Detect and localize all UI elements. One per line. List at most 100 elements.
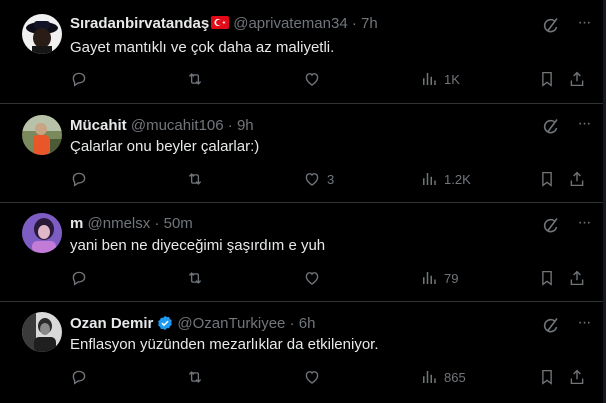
reply-button[interactable]	[70, 268, 94, 288]
avatar-image	[22, 312, 62, 352]
author-name[interactable]: m	[70, 215, 83, 232]
tweet[interactable]: Mücahit @mucahit106 · 9h Çalarlar onu be…	[0, 103, 603, 203]
separator-dot: ·	[289, 315, 295, 332]
views-count: 1.2K	[444, 171, 471, 187]
separator-dot: ·	[351, 15, 357, 32]
views-button[interactable]: 1K	[420, 69, 460, 89]
like-button[interactable]	[303, 367, 327, 387]
grok-icon[interactable]	[541, 215, 561, 235]
tweet-text: Çalarlar onu beyler çalarlar:)	[70, 138, 260, 155]
like-count: 3	[327, 171, 335, 187]
avatar[interactable]	[22, 213, 62, 253]
tweet-time[interactable]: 9h	[237, 117, 254, 134]
tweet-text: Enflasyon yüzünden mezarlıklar da etkile…	[70, 336, 379, 353]
like-button[interactable]	[303, 268, 327, 288]
retweet-button[interactable]	[186, 268, 210, 288]
views-count: 79	[444, 270, 459, 286]
views-button[interactable]: 865	[420, 367, 466, 387]
reply-icon	[72, 172, 86, 187]
share-button[interactable]	[568, 268, 586, 288]
like-button[interactable]	[303, 69, 327, 89]
views-count: 1K	[444, 71, 460, 87]
reply-button[interactable]	[70, 367, 94, 387]
more-options-icon[interactable]: ···	[574, 213, 594, 233]
separator-dot: ·	[154, 215, 160, 232]
views-count: 865	[444, 369, 466, 385]
tweet-text: Gayet mantıklı ve çok daha az maliyetli.	[70, 39, 335, 56]
avatar[interactable]	[22, 312, 62, 352]
avatar-image	[22, 14, 62, 54]
retweet-button[interactable]	[186, 69, 210, 89]
retweet-icon	[188, 173, 202, 185]
tweet-time[interactable]: 50m	[164, 215, 193, 232]
grok-icon[interactable]	[541, 116, 561, 136]
more-options-icon[interactable]: ···	[574, 114, 594, 134]
views-chart-icon	[423, 73, 436, 85]
bookmark-button[interactable]	[538, 268, 556, 288]
avatar-image	[22, 115, 62, 155]
tweet-text: yani ben ne diyeceğimi şaşırdım e yuh	[70, 237, 326, 254]
grok-icon[interactable]	[541, 15, 561, 35]
views-button[interactable]: 1.2K	[420, 169, 471, 189]
avatar-image	[22, 213, 62, 253]
author-name[interactable]: Ozan Demir	[70, 315, 153, 332]
tweet-header: Ozan Demir @OzanTurkiyee · 6h	[70, 315, 315, 333]
share-icon	[570, 171, 584, 187]
tweet-time[interactable]: 7h	[361, 15, 378, 32]
bookmark-icon	[542, 71, 552, 87]
share-button[interactable]	[568, 367, 586, 387]
grok-icon[interactable]	[541, 315, 561, 335]
views-chart-icon	[423, 272, 436, 284]
bookmark-button[interactable]	[538, 169, 556, 189]
heart-icon	[305, 173, 319, 186]
retweet-icon	[188, 272, 202, 284]
share-button[interactable]	[568, 69, 586, 89]
retweet-button[interactable]	[186, 169, 210, 189]
reply-icon	[72, 370, 86, 385]
author-handle[interactable]: @mucahit106	[131, 117, 224, 134]
heart-icon	[305, 272, 319, 285]
author-name[interactable]: Mücahit	[70, 117, 127, 134]
tweet-actions: 79	[0, 268, 603, 288]
tweet-actions: 865	[0, 367, 603, 387]
author-handle[interactable]: @OzanTurkiyee	[177, 315, 285, 332]
more-options-icon[interactable]: ···	[574, 313, 594, 333]
tweet-header: Mücahit @mucahit106 · 9h	[70, 117, 254, 135]
views-chart-icon	[423, 173, 436, 185]
retweet-icon	[188, 73, 202, 85]
bookmark-icon	[542, 171, 552, 187]
retweet-icon	[188, 371, 202, 383]
reply-button[interactable]	[70, 169, 94, 189]
tweet-header: m @nmelsx · 50m	[70, 215, 193, 233]
heart-icon	[305, 371, 319, 384]
tweet-header: Sıradanbirvatandaş @aprivateman34 · 7h	[70, 15, 378, 33]
tweet[interactable]: Sıradanbirvatandaş @aprivateman34 · 7h Ga…	[0, 0, 603, 104]
reply-button[interactable]	[70, 69, 94, 89]
tweet-actions: 3 1.2K	[0, 169, 603, 189]
views-button[interactable]: 79	[420, 268, 458, 288]
reply-icon	[72, 271, 86, 286]
tweet[interactable]: Ozan Demir @OzanTurkiyee · 6h Enflasyon y…	[0, 301, 603, 403]
bookmark-button[interactable]	[538, 367, 556, 387]
avatar[interactable]	[22, 115, 62, 155]
author-name[interactable]: Sıradanbirvatandaş	[70, 15, 209, 32]
separator-dot: ·	[227, 117, 233, 134]
views-chart-icon	[423, 371, 436, 383]
like-button[interactable]: 3	[303, 169, 334, 189]
share-icon	[570, 270, 584, 286]
tweet[interactable]: m @nmelsx · 50m yani ben ne diyeceğimi ş…	[0, 202, 603, 302]
reply-icon	[72, 72, 86, 87]
bookmark-button[interactable]	[538, 69, 556, 89]
avatar[interactable]	[22, 14, 62, 54]
share-icon	[570, 369, 584, 385]
share-button[interactable]	[568, 169, 586, 189]
author-handle[interactable]: @nmelsx	[88, 215, 151, 232]
tweet-actions: 1K	[0, 69, 603, 89]
more-options-icon[interactable]: ···	[574, 13, 594, 33]
retweet-button[interactable]	[186, 367, 210, 387]
verified-badge-icon[interactable]	[157, 315, 173, 331]
bookmark-icon	[542, 369, 552, 385]
tweet-time[interactable]: 6h	[299, 315, 316, 332]
share-icon	[570, 71, 584, 87]
author-handle[interactable]: @aprivateman34	[233, 15, 347, 32]
